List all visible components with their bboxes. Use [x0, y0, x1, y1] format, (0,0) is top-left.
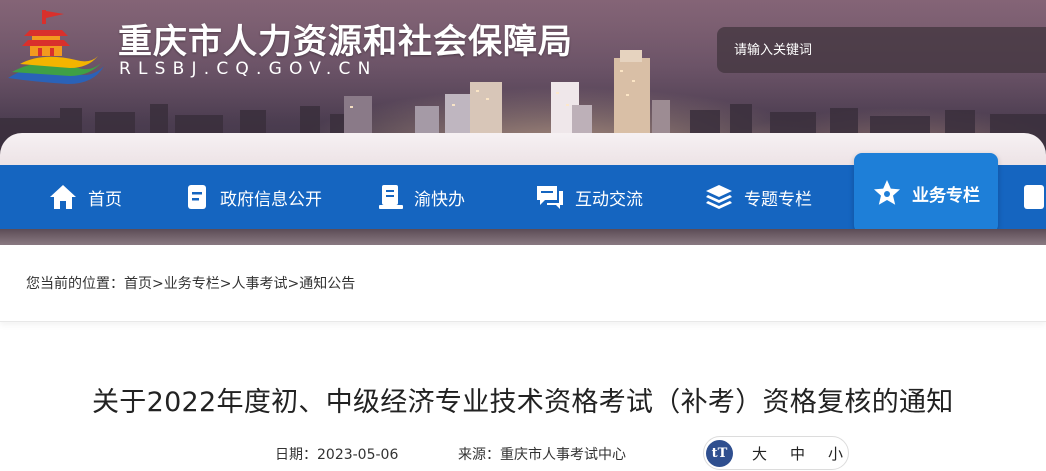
main-nav: 首页 政府信息公开 渝快办 互动交流 专题专栏 业务专栏	[0, 153, 1046, 233]
nav-item-special-topics[interactable]: 专题专栏	[704, 165, 812, 229]
search-box	[717, 27, 1046, 73]
site-title: 重庆市人力资源和社会保障局	[118, 22, 573, 62]
article-source: 来源：重庆市人事考试中心	[458, 444, 626, 464]
font-size-large-button[interactable]: 大	[748, 443, 771, 464]
nav-item-gov-info[interactable]: 政府信息公开	[186, 165, 322, 229]
nav-item-yukuaiban[interactable]: 渝快办	[378, 165, 465, 229]
font-size-medium-button[interactable]: 中	[786, 443, 809, 464]
nav-label: 互动交流	[575, 189, 643, 210]
chat-icon	[537, 186, 563, 209]
date-value: 2023-05-06	[317, 447, 399, 463]
nav-label: 政府信息公开	[220, 189, 322, 210]
font-size-control: tT 大 中 小	[703, 436, 849, 470]
bureau-logo-icon	[8, 10, 104, 84]
site-domain: RLSBJ.CQ.GOV.CN	[119, 59, 378, 79]
font-size-small-button[interactable]: 小	[824, 443, 847, 464]
nav-item-home[interactable]: 首页	[48, 165, 122, 229]
breadcrumb-link-notices[interactable]: 通知公告	[299, 276, 355, 292]
article-date: 日期：2023-05-06	[275, 444, 398, 464]
nav-label: 专题专栏	[744, 189, 812, 210]
font-size-icon: tT	[706, 439, 733, 467]
breadcrumb: 您当前的位置：首页>业务专栏>人事考试>通知公告	[26, 273, 355, 293]
breadcrumb-link-home[interactable]: 首页	[124, 276, 152, 292]
source-value: 重庆市人事考试中心	[500, 447, 626, 463]
document-icon	[188, 185, 206, 209]
nav-label: 渝快办	[414, 189, 465, 210]
breadcrumb-separator: >	[219, 276, 232, 292]
nav-label: 首页	[88, 189, 122, 210]
nav-item-business[interactable]: 业务专栏	[854, 153, 998, 233]
breadcrumb-link-business[interactable]: 业务专栏	[164, 276, 220, 292]
star-icon	[874, 180, 900, 205]
layers-icon	[706, 185, 732, 209]
home-icon	[50, 185, 76, 209]
breadcrumb-link-exam[interactable]: 人事考试	[231, 276, 287, 292]
breadcrumb-separator: >	[152, 276, 164, 292]
breadcrumb-prefix: 您当前的位置：	[26, 276, 124, 292]
breadcrumb-bar: 您当前的位置：首页>业务专栏>人事考试>通知公告	[0, 245, 1046, 322]
date-label: 日期：	[275, 447, 317, 463]
nav-item-interaction[interactable]: 互动交流	[535, 165, 643, 229]
breadcrumb-separator: >	[287, 276, 300, 292]
nav-bottom-strip	[0, 229, 1046, 245]
source-label: 来源：	[458, 447, 500, 463]
search-input[interactable]	[732, 41, 1036, 59]
nav-label: 业务专栏	[912, 185, 980, 206]
article-title: 关于2022年度初、中级经济专业技术资格考试（补考）资格复核的通知	[92, 387, 954, 418]
service-icon	[379, 185, 403, 209]
document-icon	[1024, 185, 1044, 209]
nav-item-more[interactable]	[1022, 165, 1046, 229]
